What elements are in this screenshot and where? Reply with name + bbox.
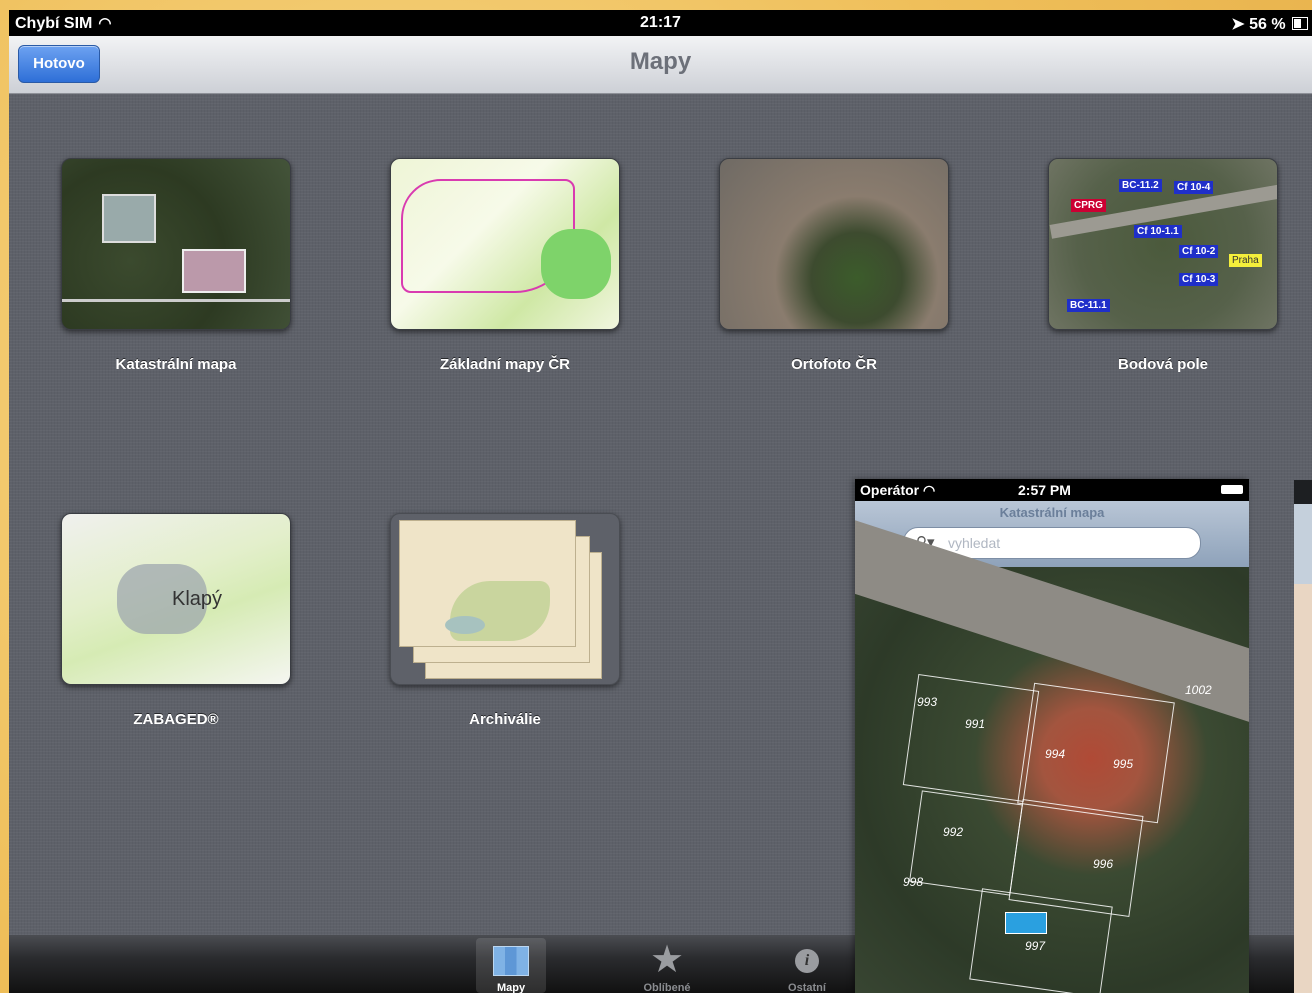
tab-mapy[interactable]: Mapy	[476, 938, 546, 993]
tab-ostatni[interactable]: i Ostatní	[772, 938, 842, 993]
tile-label: Katastrální mapa	[115, 356, 237, 373]
info-icon: i	[795, 949, 819, 973]
tile-label: Ortofoto ČR	[791, 356, 877, 373]
forest-area	[541, 229, 611, 299]
point-label: Praha	[1229, 254, 1262, 267]
map-icon	[493, 946, 529, 976]
archive-maps-thumbnail[interactable]	[390, 513, 620, 685]
tile-label: ZABAGED®	[133, 711, 219, 728]
battery-status: ➤ 56 %	[1231, 14, 1308, 34]
phone-clock: 2:57 PM	[1018, 482, 1071, 498]
status-bar: Chybí SIM ◠ 21:17 ➤ 56 %	[9, 10, 1312, 36]
partial-nav-bar	[1294, 504, 1312, 584]
cadastral-map-thumbnail[interactable]	[61, 158, 291, 330]
tile-zakladni-mapy[interactable]: Základní mapy ČR	[390, 158, 620, 373]
tab-oblibene[interactable]: ★ Oblíbené	[632, 938, 702, 993]
tile-katastralni-mapa[interactable]: Katastrální mapa	[61, 158, 291, 373]
survey-points-thumbnail[interactable]: CPRG BC-11.2 Cf 10-4 Cf 10-1.1 Cf 10-2 C…	[1048, 158, 1278, 330]
orthophoto-thumbnail[interactable]	[719, 158, 949, 330]
building-outline	[102, 194, 156, 243]
parcel-number: 1002	[1185, 683, 1212, 697]
tile-bodova-pole[interactable]: CPRG BC-11.2 Cf 10-4 Cf 10-1.1 Cf 10-2 C…	[1048, 158, 1278, 373]
battery-icon	[1221, 485, 1243, 494]
point-label: Cf 10-4	[1174, 181, 1214, 194]
cadastral-map-view[interactable]: 993 991 994 995 992 998 996 997 1002	[855, 514, 1249, 993]
parcel-number: 991	[965, 717, 986, 731]
map-place-name: Klapý	[172, 588, 223, 610]
clock: 21:17	[640, 14, 681, 31]
tile-label: Bodová pole	[1117, 356, 1208, 373]
parcel-number: 997	[1025, 939, 1046, 953]
partial-side-panel	[1294, 480, 1312, 993]
parcel-number: 996	[1093, 857, 1114, 871]
tab-label: Oblíbené	[643, 982, 691, 993]
point-label: Cf 10-1.1	[1134, 225, 1182, 238]
wifi-icon: ◠	[923, 482, 936, 498]
point-label: CPRG	[1071, 199, 1106, 212]
tile-ortofoto[interactable]: Ortofoto ČR	[719, 158, 949, 373]
parcel-outline	[902, 674, 1040, 802]
zabaged-thumbnail[interactable]: Klapý	[61, 513, 291, 685]
swimming-pool	[1005, 912, 1047, 934]
battery-icon	[1292, 17, 1308, 30]
parcel-number: 993	[917, 695, 938, 709]
parcel-number: 992	[943, 825, 964, 839]
point-label: BC-11.1	[1067, 299, 1110, 312]
battery-percent: 56 %	[1249, 16, 1286, 33]
paper-sheet	[399, 520, 576, 647]
phone-title: Katastrální mapa	[999, 505, 1105, 520]
tab-label: Ostatní	[788, 982, 826, 993]
building-outline	[182, 249, 246, 293]
point-label: BC-11.2	[1119, 179, 1162, 192]
star-icon: ★	[649, 939, 685, 981]
phone-carrier: Operátor ◠	[860, 482, 936, 498]
tab-label: Mapy	[496, 982, 526, 993]
parcel-number: 994	[1045, 747, 1066, 761]
base-map-thumbnail[interactable]	[390, 158, 620, 330]
point-label: Cf 10-2	[1179, 245, 1219, 258]
iphone-screenshot-overlay: Operátor ◠ 2:57 PM Katastrální mapa ⚲▾ v…	[855, 479, 1249, 993]
lake-shape	[445, 616, 485, 634]
phone-status-bar: Operátor ◠ 2:57 PM	[855, 479, 1249, 501]
partial-map	[1294, 584, 1312, 993]
point-label: Cf 10-3	[1179, 273, 1219, 286]
tile-label: Základní mapy ČR	[439, 356, 571, 373]
navigation-bar: Hotovo Mapy	[9, 36, 1312, 94]
tile-label: Archiválie	[469, 711, 541, 728]
parcel-outline	[909, 790, 1023, 896]
tile-zabaged[interactable]: Klapý ZABAGED®	[61, 513, 291, 728]
page-title: Mapy	[629, 48, 692, 75]
tile-archivalie[interactable]: Archiválie	[390, 513, 620, 728]
parcel-number: 998	[903, 875, 924, 889]
road-line	[62, 299, 290, 302]
parcel-number: 995	[1113, 757, 1134, 771]
location-arrow-icon: ➤	[1231, 16, 1245, 33]
